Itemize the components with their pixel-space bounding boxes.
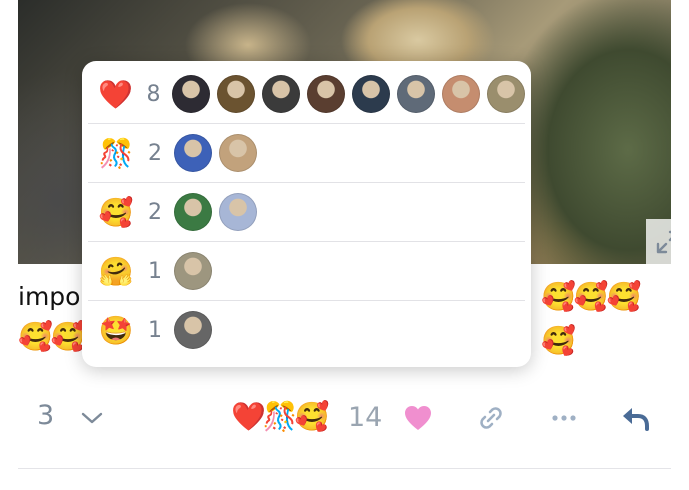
reaction-emoji: 🤗 — [98, 254, 134, 288]
reaction-summary[interactable]: ❤️🎊🥰 — [231, 400, 330, 433]
more-icon[interactable] — [551, 404, 577, 432]
avatar[interactable] — [174, 193, 212, 231]
reaction-count: 2 — [148, 140, 162, 166]
avatar[interactable] — [352, 75, 390, 113]
post-emojis-line1: 🥰🥰🥰🥰 — [541, 280, 642, 357]
avatar[interactable] — [174, 134, 212, 172]
expand-image-button[interactable] — [646, 219, 671, 264]
reaction-avatars — [174, 193, 257, 231]
expand-icon — [656, 230, 671, 253]
post-emojis-line2: 🥰🥰 — [18, 320, 86, 353]
reaction-row-hug[interactable]: 🤗 1 — [88, 241, 525, 300]
reaction-avatars — [174, 311, 212, 349]
avatar[interactable] — [219, 193, 257, 231]
reaction-count: 8 — [146, 81, 161, 107]
avatar[interactable] — [174, 252, 212, 290]
post-actions-bar: 3 ❤️🎊🥰 14 — [18, 392, 671, 448]
reaction-avatars — [172, 75, 525, 113]
avatar[interactable] — [219, 134, 257, 172]
reaction-emoji: 🤩 — [98, 313, 134, 347]
divider — [18, 468, 671, 469]
reaction-avatars — [174, 134, 257, 172]
reaction-row-confetti[interactable]: 🎊 2 — [88, 123, 525, 182]
reaction-count: 1 — [148, 258, 162, 284]
reaction-row-star-struck[interactable]: 🤩 1 — [88, 300, 525, 359]
reaction-count: 2 — [148, 199, 162, 225]
post-text-start: impo — [18, 282, 81, 311]
reaction-row-heart[interactable]: ❤️ 8 — [88, 65, 525, 123]
reaction-emoji: 🥰 — [98, 195, 134, 229]
reply-count[interactable]: 3 — [37, 400, 54, 431]
heart-icon[interactable] — [403, 404, 433, 432]
reaction-emoji: 🎊 — [98, 136, 134, 170]
reaction-count: 1 — [148, 317, 162, 343]
reply-icon[interactable] — [620, 404, 650, 432]
reaction-row-smiling-hearts[interactable]: 🥰 2 — [88, 182, 525, 241]
chevron-down-icon[interactable] — [80, 410, 104, 426]
link-icon[interactable] — [477, 404, 505, 432]
reactions-popup: ❤️ 8 🎊 2 🥰 2 🤗 1 🤩 1 — [82, 61, 531, 367]
reaction-avatars — [174, 252, 212, 290]
avatar[interactable] — [174, 311, 212, 349]
avatar[interactable] — [307, 75, 345, 113]
avatar[interactable] — [262, 75, 300, 113]
avatar[interactable] — [397, 75, 435, 113]
avatar[interactable] — [442, 75, 480, 113]
reaction-total[interactable]: 14 — [348, 402, 382, 433]
avatar[interactable] — [217, 75, 255, 113]
avatar[interactable] — [172, 75, 210, 113]
reaction-emoji: ❤️ — [98, 77, 133, 111]
avatar[interactable] — [487, 75, 525, 113]
